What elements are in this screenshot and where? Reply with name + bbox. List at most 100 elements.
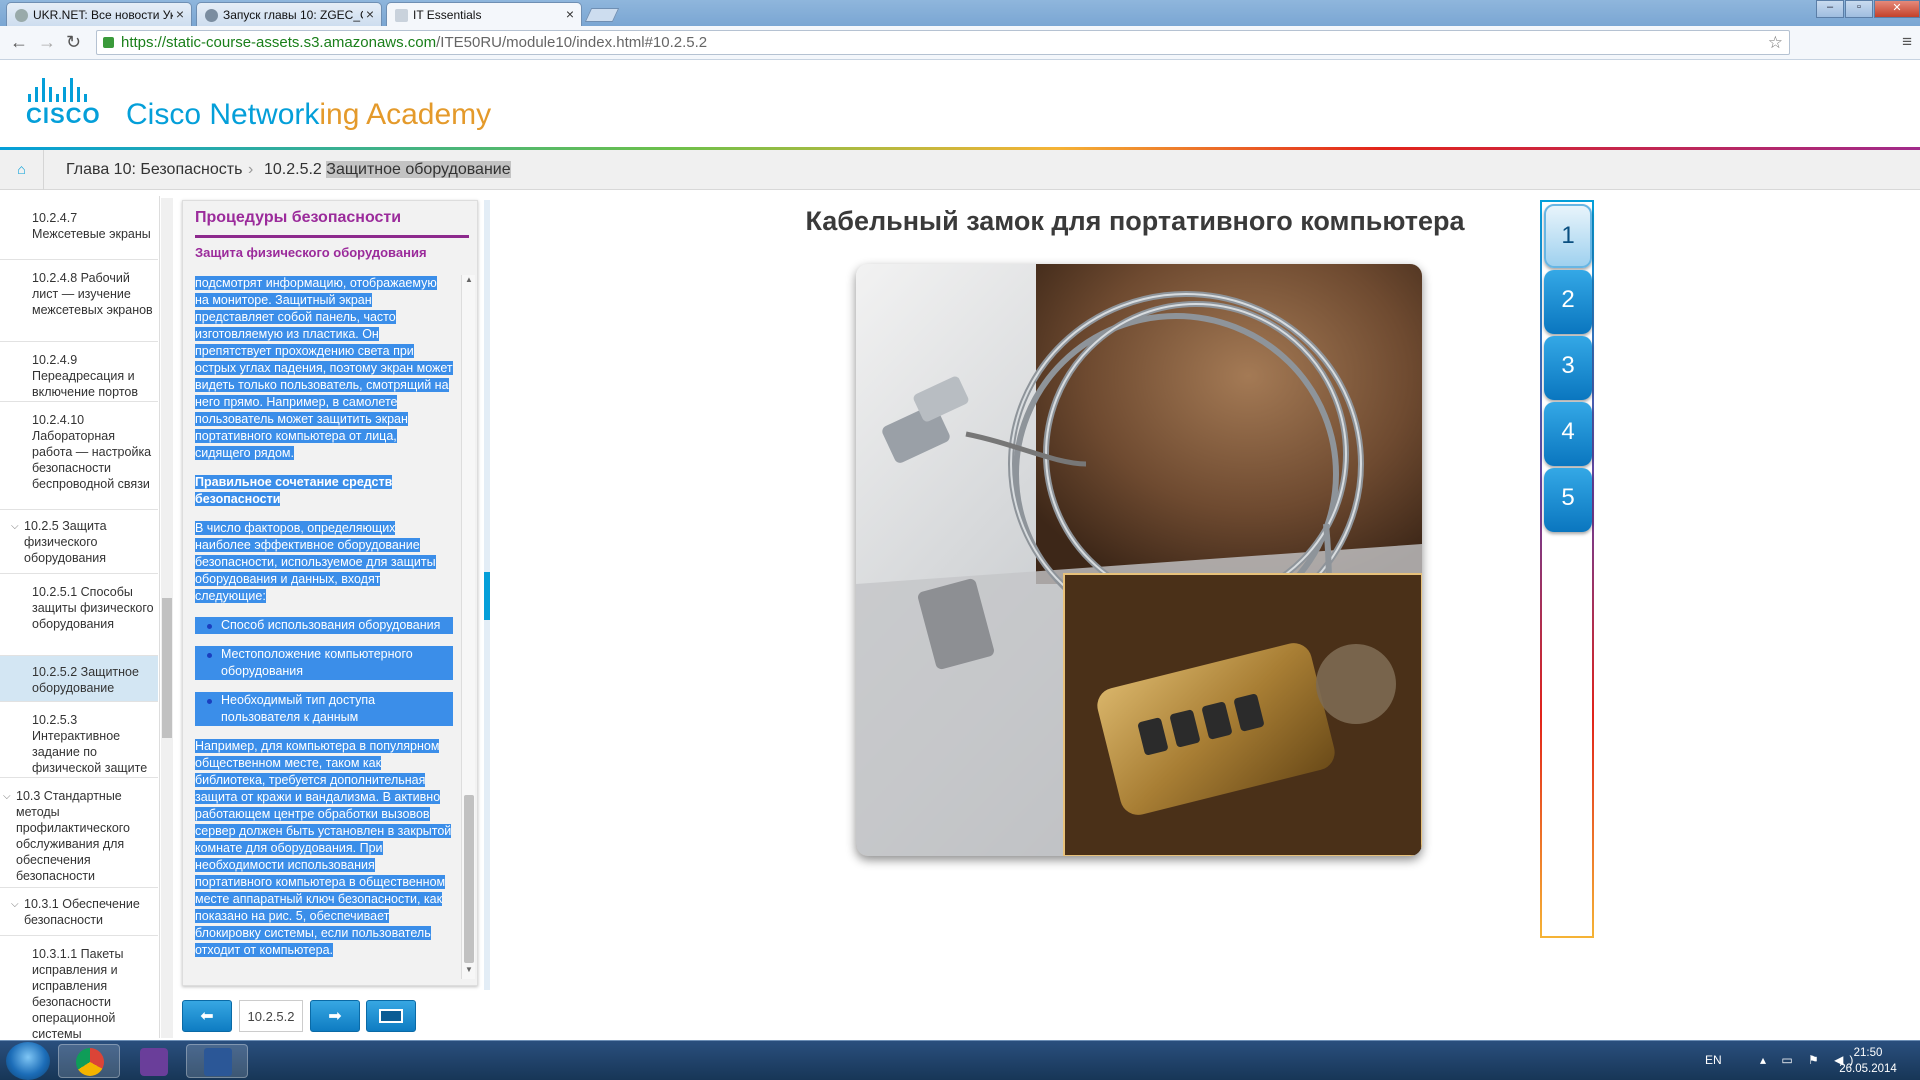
- close-icon[interactable]: ×: [176, 6, 184, 22]
- url-path: /ITE50RU/module10/index.html#10.2.5.2: [436, 34, 708, 51]
- toc-scrollbar-thumb[interactable]: [162, 598, 172, 738]
- back-arrow-icon[interactable]: ←: [10, 32, 28, 53]
- previous-page-button[interactable]: ⬅: [182, 1000, 232, 1032]
- bullet-icon: [207, 653, 212, 658]
- taskbar-chrome[interactable]: [58, 1044, 120, 1078]
- language-indicator[interactable]: EN: [1705, 1053, 1722, 1067]
- chrome-icon: [76, 1048, 104, 1076]
- fullscreen-icon: [379, 1009, 403, 1023]
- breadcrumb-separator: ›: [248, 161, 254, 178]
- clock-time: 21:50: [1853, 1047, 1883, 1059]
- topic-title: Процедуры безопасности: [195, 209, 402, 226]
- taskbar-visual-studio[interactable]: [122, 1044, 184, 1078]
- bullet-icon: [207, 699, 212, 704]
- toc-scrollbar[interactable]: [161, 198, 173, 1038]
- toc-section-item[interactable]: ⌵ 10.2.5 Защита физического оборудования: [0, 510, 158, 574]
- text-panel: Процедуры безопасности Защита физическог…: [182, 200, 478, 986]
- browser-tab-bar: UKR.NET: Все новости Ук × Запуск главы 1…: [0, 0, 1920, 27]
- close-icon[interactable]: ×: [366, 6, 374, 22]
- toc-item[interactable]: 10.2.4.7 Межсетевые экраны: [0, 196, 158, 260]
- browser-tab-it-essentials[interactable]: IT Essentials ×: [386, 2, 582, 27]
- next-page-button[interactable]: ➡: [310, 1000, 360, 1032]
- visual-studio-icon: [140, 1048, 168, 1076]
- list-item: Местоположение компьютерного оборудовани…: [195, 646, 453, 680]
- figure-tab-5[interactable]: 5: [1544, 468, 1592, 532]
- new-tab-button[interactable]: [584, 8, 620, 22]
- cable-lock-photo: [856, 264, 1422, 856]
- window-close-button[interactable]: ✕: [1874, 0, 1920, 18]
- cisco-bars-icon: [28, 78, 101, 102]
- browser-tab-chapter-launch[interactable]: Запуск главы 10: ZGEC_G ×: [196, 2, 382, 26]
- url-host: static-course-assets.s3.amazonaws.com: [166, 34, 437, 51]
- address-bar[interactable]: https://static-course-assets.s3.amazonaw…: [96, 30, 1790, 55]
- topic-title-underline: [195, 235, 469, 238]
- breadcrumb-chapter[interactable]: Глава 10: Безопасность: [66, 161, 242, 179]
- bullet-icon: [207, 624, 212, 629]
- globe-icon: [15, 9, 28, 22]
- figure-title: Кабельный замок для портативного компьют…: [805, 206, 1465, 236]
- toc-item[interactable]: 10.3.1.1 Пакеты исправления и исправлени…: [0, 936, 158, 1038]
- figure-tab-1[interactable]: 1: [1544, 204, 1592, 268]
- bookmark-star-icon[interactable]: ☆: [1768, 33, 1783, 53]
- browser-tab-ukrnet[interactable]: UKR.NET: Все новости Ук ×: [6, 2, 192, 26]
- word-icon: [204, 1048, 232, 1076]
- toc-item[interactable]: 10.2.4.9 Переадресация и включение порто…: [0, 342, 158, 402]
- browser-toolbar: ← → ↻ https://static-course-assets.s3.am…: [0, 26, 1920, 60]
- lock-icon: [103, 37, 114, 48]
- document-icon: [395, 9, 408, 22]
- home-icon[interactable]: ⌂: [0, 150, 44, 190]
- text-panel-scrollbar[interactable]: ▲ ▼: [461, 275, 475, 979]
- chevron-down-icon: ⌵: [11, 899, 19, 910]
- maximize-button[interactable]: ▫: [1845, 0, 1873, 18]
- chevron-down-icon: ⌵: [3, 791, 11, 802]
- panel-splitter[interactable]: [484, 200, 490, 990]
- cable-lock-illustration: [856, 264, 1422, 856]
- tab-title: IT Essentials: [413, 8, 482, 22]
- breadcrumb-page: 10.2.5.2 Защитное оборудование: [264, 161, 511, 179]
- text-panel-body[interactable]: подсмотрят информацию, отображаемую на м…: [195, 275, 453, 965]
- breadcrumb: ⌂ Глава 10: Безопасность › 10.2.5.2 Защи…: [0, 150, 1920, 190]
- scroll-down-arrow-icon[interactable]: ▼: [462, 965, 476, 979]
- arrow-right-icon: ➡: [328, 1008, 342, 1025]
- close-icon[interactable]: ×: [566, 6, 574, 22]
- page-number-box: 10.2.5.2: [239, 1000, 303, 1032]
- toc-section-item[interactable]: ⌵ 10.3.1 Обеспечение безопасности: [0, 888, 158, 936]
- academy-title-part3: Academy: [359, 98, 492, 131]
- toc-item[interactable]: 10.2.4.8 Рабочий лист — изучение межсете…: [0, 260, 158, 342]
- text-panel-scrollbar-thumb[interactable]: [464, 795, 474, 963]
- academy-title-part1: Cisco Network: [126, 98, 320, 131]
- url-scheme: https://: [121, 34, 167, 51]
- table-of-contents: 10.2.4.7 Межсетевые экраны 10.2.4.8 Рабо…: [0, 196, 160, 1038]
- list-item: Необходимый тип доступа пользователя к д…: [195, 692, 453, 726]
- body-paragraph: Например, для компьютера в популярном об…: [195, 739, 452, 957]
- toc-item[interactable]: 10.2.4.10 Лабораторная работа — настройк…: [0, 402, 158, 510]
- fullscreen-button[interactable]: [366, 1000, 416, 1032]
- figure-tab-2[interactable]: 2: [1544, 270, 1592, 334]
- figure-tab-4[interactable]: 4: [1544, 402, 1592, 466]
- academy-title-part2: ing: [319, 98, 360, 131]
- academy-title: Cisco Networking Academy: [126, 98, 491, 132]
- toc-item-current[interactable]: 10.2.5.2 Защитное оборудование: [0, 656, 158, 702]
- minimize-button[interactable]: –: [1816, 0, 1844, 18]
- taskbar-word[interactable]: [186, 1044, 248, 1078]
- forward-arrow-icon[interactable]: →: [38, 32, 56, 53]
- cisco-logo[interactable]: CISCO: [26, 78, 101, 129]
- list-item: Способ использования оборудования: [195, 617, 453, 634]
- breadcrumb-page-number: 10.2.5.2: [264, 161, 327, 178]
- taskbar-clock[interactable]: 21:50 26.05.2014: [1828, 1045, 1908, 1077]
- toc-section-item[interactable]: ⌵ 10.3 Стандартные методы профилактическо…: [0, 778, 158, 888]
- reload-icon[interactable]: ↻: [66, 32, 81, 53]
- toc-item[interactable]: 10.2.5.3 Интерактивное задание по физиче…: [0, 702, 158, 778]
- tab-title: Запуск главы 10: ZGEC_G: [223, 8, 363, 22]
- scroll-up-arrow-icon[interactable]: ▲: [462, 275, 476, 289]
- figure-tab-3[interactable]: 3: [1544, 336, 1592, 400]
- site-header: CISCO Cisco Networking Academy: [0, 60, 1920, 150]
- toc-item[interactable]: 10.2.5.1 Способы защиты физического обор…: [0, 574, 158, 656]
- windows-start-button[interactable]: [6, 1042, 50, 1080]
- browser-menu-icon[interactable]: ≡: [1902, 32, 1912, 52]
- splitter-handle[interactable]: [484, 572, 490, 620]
- topic-subtitle: Защита физического оборудования: [195, 245, 427, 260]
- cisco-wordmark: CISCO: [26, 103, 101, 128]
- body-heading: Правильное сочетание средств безопасност…: [195, 475, 393, 506]
- breadcrumb-page-title: Защитное оборудование: [326, 161, 511, 178]
